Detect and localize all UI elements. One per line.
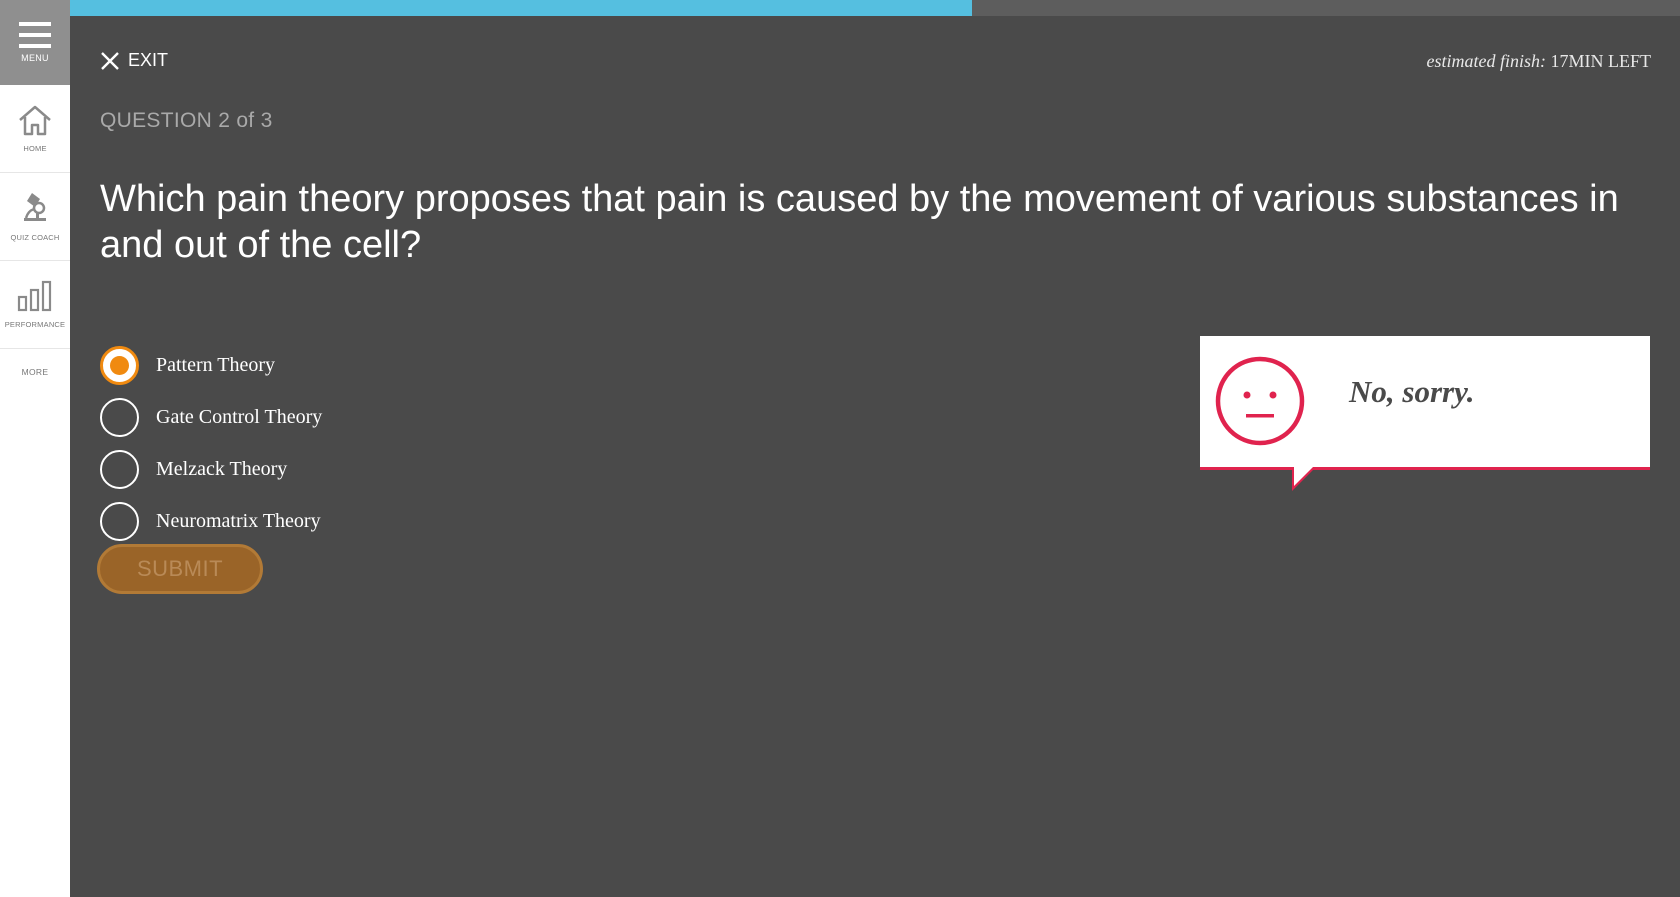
- option-label: Gate Control Theory: [156, 405, 323, 428]
- progress-bar: [70, 0, 1680, 16]
- finish-prefix: estimated finish:: [1426, 51, 1547, 71]
- option-gate-control-theory[interactable]: Gate Control Theory: [100, 391, 322, 443]
- exit-button[interactable]: EXIT: [100, 50, 168, 71]
- hamburger-icon: [19, 22, 51, 48]
- progress-fill: [70, 0, 972, 16]
- neutral-face-icon: [1215, 356, 1305, 446]
- sidebar-item-more[interactable]: MORE: [0, 349, 70, 395]
- option-melzack-theory[interactable]: Melzack Theory: [100, 443, 322, 495]
- feedback-message: No, sorry.: [1349, 374, 1475, 409]
- microscope-icon: [24, 193, 46, 221]
- option-neuromatrix-theory[interactable]: Neuromatrix Theory: [100, 495, 322, 547]
- radio-button[interactable]: [100, 397, 139, 437]
- menu-button[interactable]: MENU: [0, 0, 70, 85]
- finish-value: 17MIN LEFT: [1550, 51, 1652, 71]
- bar-chart-icon: [17, 280, 52, 312]
- sidebar-item-label: HOME: [23, 144, 47, 153]
- home-icon: [19, 105, 51, 136]
- answer-options: Pattern Theory Gate Control Theory Melza…: [100, 339, 322, 547]
- question-count: QUESTION 2 of 3: [100, 109, 273, 132]
- question-text: Which pain theory proposes that pain is …: [100, 178, 1619, 266]
- estimated-finish: estimated finish: 17MIN LEFT: [1427, 51, 1652, 72]
- menu-label: MENU: [21, 53, 49, 63]
- option-pattern-theory[interactable]: Pattern Theory: [100, 339, 322, 391]
- sidebar-item-label: QUIZ COACH: [10, 233, 60, 242]
- radio-selected-dot: [110, 355, 129, 375]
- option-label: Pattern Theory: [156, 353, 276, 376]
- sidebar-item-home[interactable]: HOME: [0, 85, 70, 173]
- sidebar-item-performance[interactable]: PERFORMANCE: [0, 261, 70, 349]
- radio-button[interactable]: [100, 345, 139, 385]
- radio-button[interactable]: [100, 501, 139, 541]
- option-label: Neuromatrix Theory: [156, 509, 321, 532]
- option-label: Melzack Theory: [156, 457, 288, 480]
- sidebar-item-quiz-coach[interactable]: QUIZ COACH: [0, 173, 70, 261]
- sidebar-item-label: PERFORMANCE: [4, 320, 66, 329]
- submit-button[interactable]: SUBMIT: [97, 544, 263, 594]
- feedback-bubble: No, sorry.: [1200, 336, 1650, 491]
- close-icon: [100, 51, 120, 71]
- sidebar: MENU HOME QUIZ COACH PERFORMANCE MORE: [0, 0, 70, 897]
- exit-label: EXIT: [128, 50, 169, 70]
- bubble-tail-inner: [1294, 467, 1313, 486]
- radio-button[interactable]: [100, 449, 139, 489]
